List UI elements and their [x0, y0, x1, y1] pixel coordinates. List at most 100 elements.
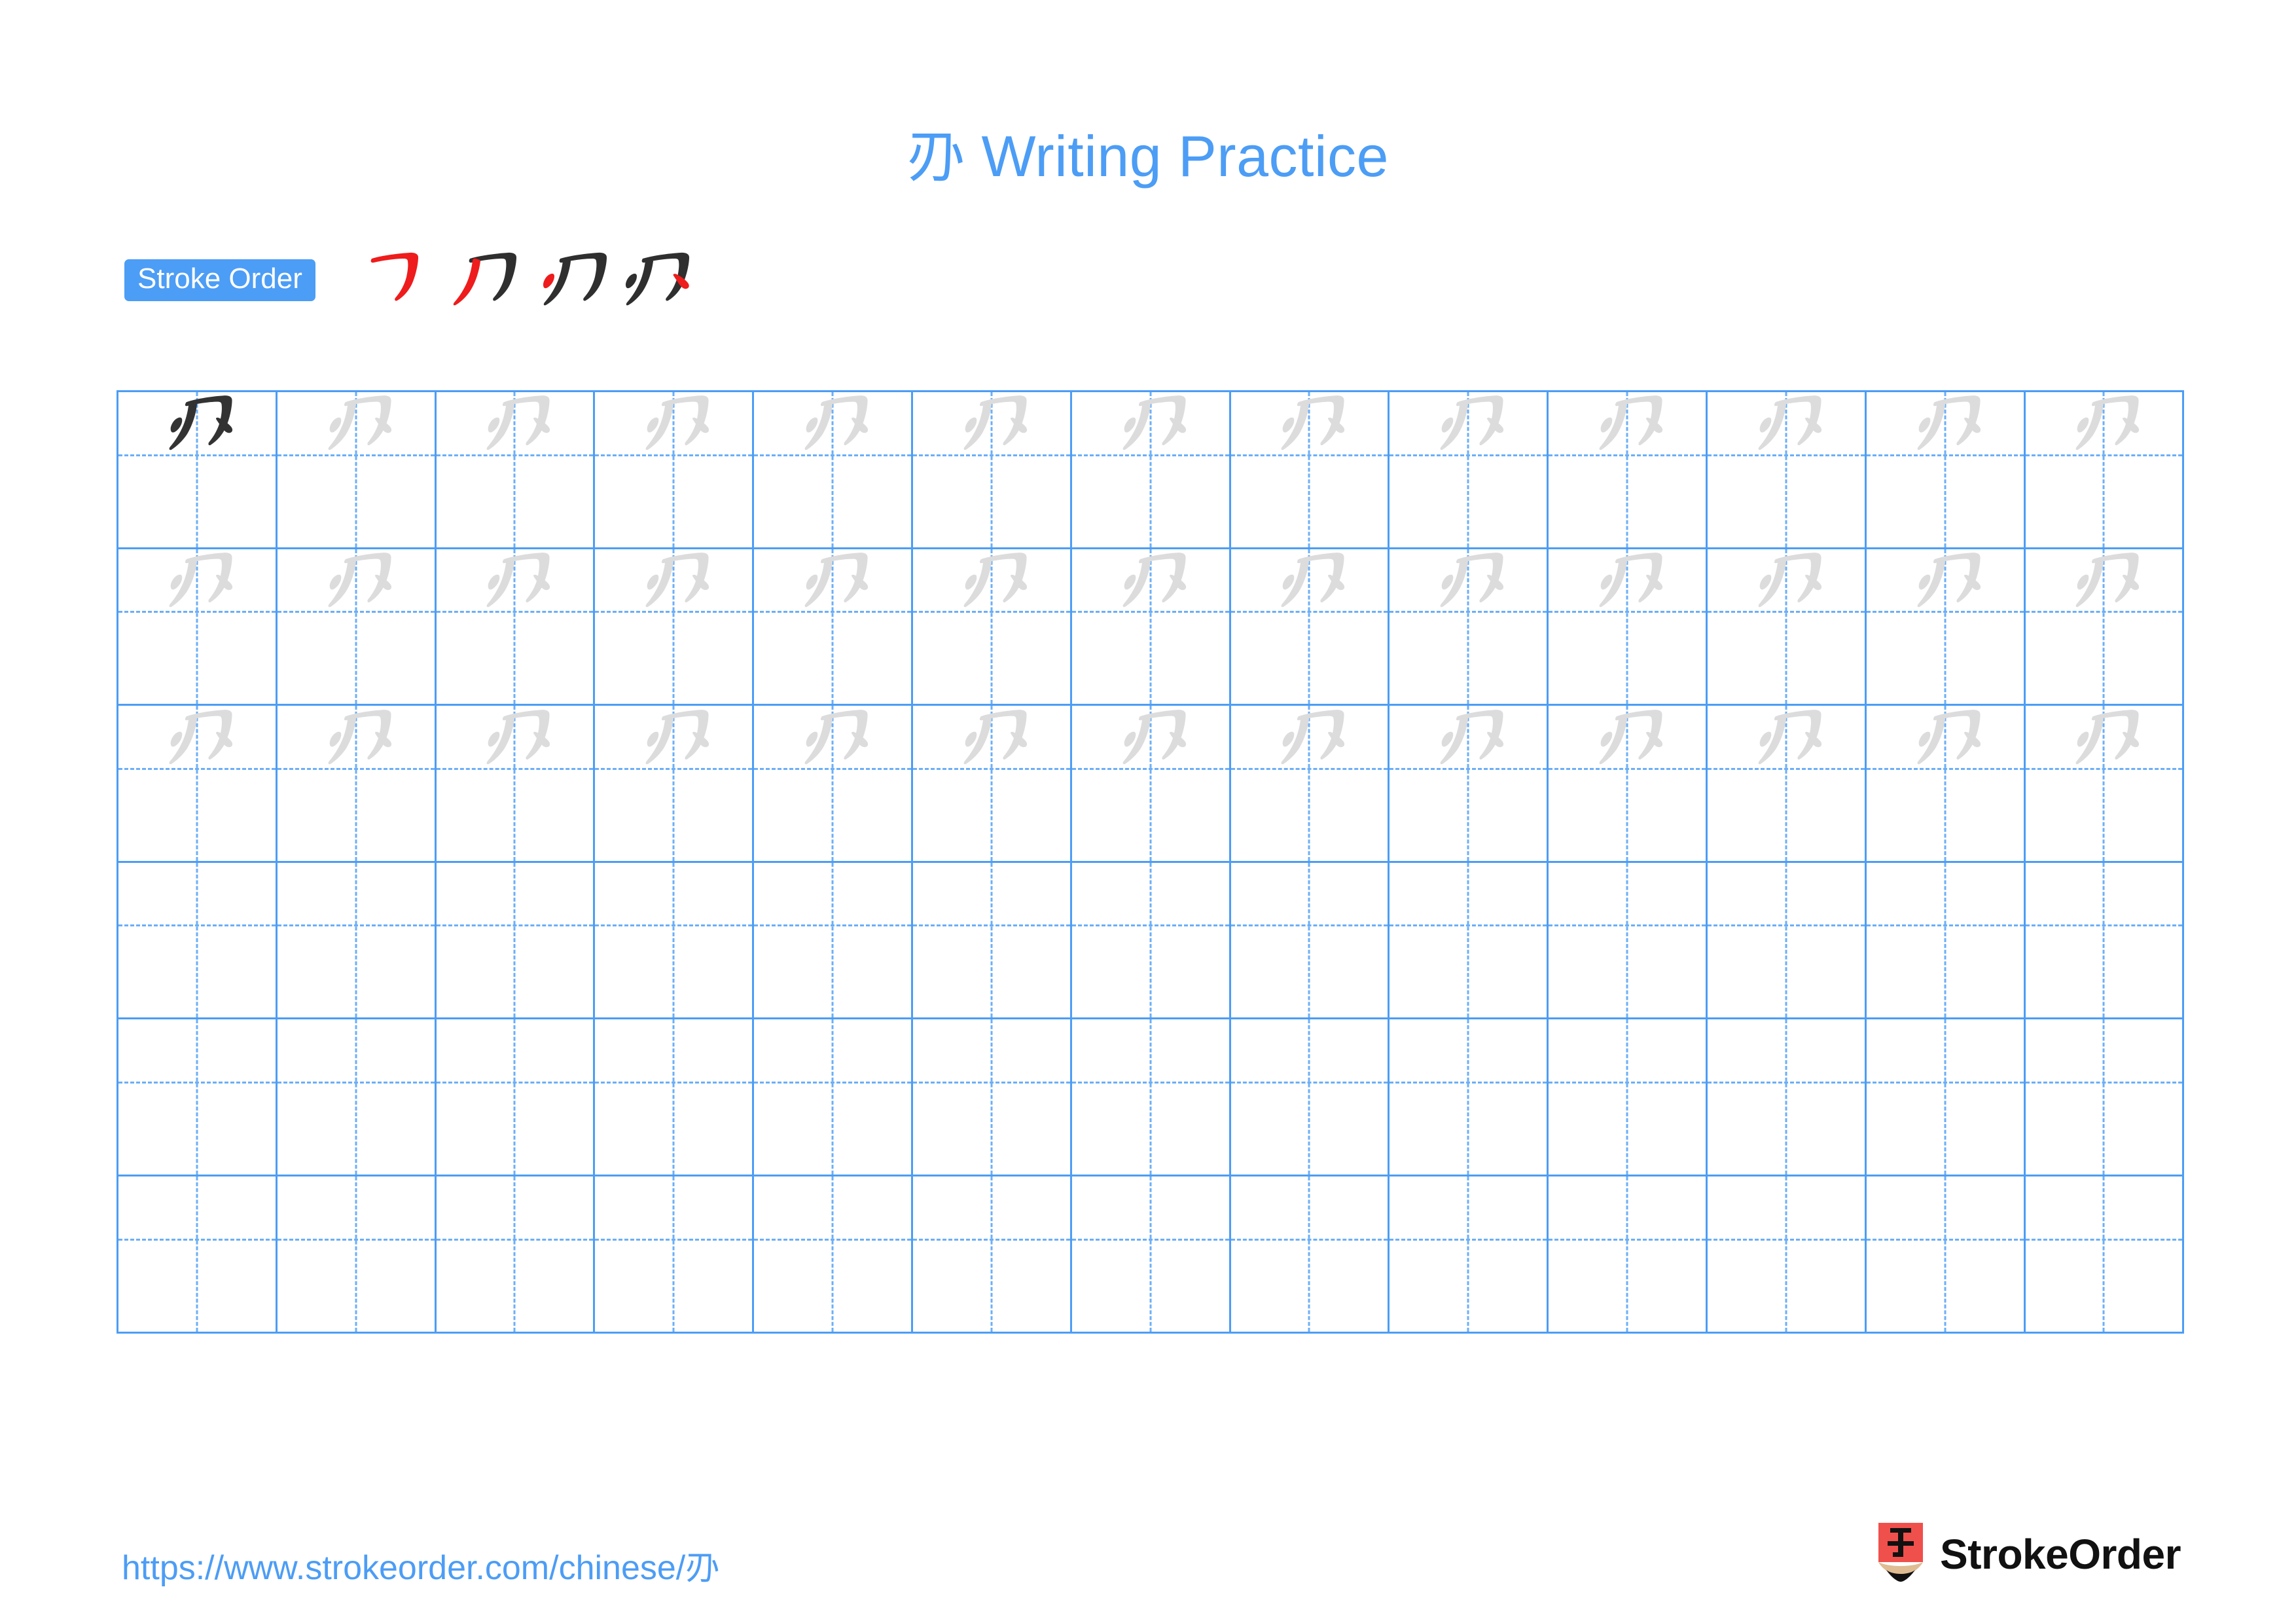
source-url[interactable]: https://www.strokeorder.com/chinese/刅: [122, 1540, 719, 1589]
practice-grid-cell[interactable]: [2023, 390, 2185, 549]
practice-grid-cell[interactable]: [910, 1017, 1072, 1176]
practice-grid-cell[interactable]: [275, 704, 437, 863]
practice-grid-table: [117, 390, 2185, 1334]
practice-grid-cell[interactable]: [910, 547, 1072, 706]
practice-grid-cell[interactable]: [434, 390, 596, 549]
practice-grid-cell[interactable]: [1864, 1017, 2026, 1176]
practice-grid-cell[interactable]: [1229, 860, 1390, 1020]
practice-grid-cell[interactable]: [117, 547, 278, 706]
practice-grid-cell[interactable]: [1864, 390, 2026, 549]
practice-grid-cell[interactable]: [593, 390, 755, 549]
cell-horizontal-guide: [436, 1082, 594, 1084]
practice-grid-cell[interactable]: [117, 704, 278, 863]
trace-character: [437, 392, 594, 454]
practice-grid-cell[interactable]: [1864, 1174, 2026, 1334]
practice-grid-cell[interactable]: [1229, 390, 1390, 549]
practice-grid-cell[interactable]: [275, 547, 437, 706]
practice-grid-cell[interactable]: [593, 704, 755, 863]
practice-grid-cell[interactable]: [1705, 390, 1867, 549]
cell-vertical-guide: [1944, 862, 1946, 1018]
practice-grid-cell[interactable]: [910, 860, 1072, 1020]
practice-grid-cell[interactable]: [1388, 1017, 1549, 1176]
practice-grid-cell[interactable]: [1229, 547, 1390, 706]
practice-grid-cell[interactable]: [117, 390, 278, 549]
practice-grid-cell[interactable]: [275, 1174, 437, 1334]
practice-grid-cell[interactable]: [1547, 1017, 1708, 1176]
practice-grid-cell[interactable]: [910, 1174, 1072, 1334]
practice-grid-cell[interactable]: [275, 390, 437, 549]
practice-grid-cell[interactable]: [1388, 547, 1549, 706]
practice-grid-cell[interactable]: [1705, 860, 1867, 1020]
practice-grid-cell[interactable]: [1705, 704, 1867, 863]
practice-grid-cell[interactable]: [117, 860, 278, 1020]
practice-grid-cell[interactable]: [752, 1174, 913, 1334]
practice-grid-cell[interactable]: [1547, 390, 1708, 549]
practice-grid-cell[interactable]: [2023, 860, 2185, 1020]
practice-grid-cell[interactable]: [1864, 547, 2026, 706]
page-title: 刅 Writing Practice: [907, 124, 1389, 189]
practice-grid-cell[interactable]: [752, 704, 913, 863]
cell-vertical-guide: [990, 1176, 993, 1332]
trace-character: [437, 706, 594, 768]
practice-grid-cell[interactable]: [593, 1174, 755, 1334]
practice-grid-cell[interactable]: [593, 1017, 755, 1176]
practice-grid-cell[interactable]: [275, 1017, 437, 1176]
cell-vertical-guide: [355, 862, 357, 1018]
practice-grid-cell[interactable]: [117, 1017, 278, 1176]
practice-grid-cell[interactable]: [1547, 704, 1708, 863]
stroke-step-1-icon: [370, 252, 418, 301]
practice-grid-cell[interactable]: [752, 1017, 913, 1176]
practice-grid-cell[interactable]: [434, 860, 596, 1020]
practice-grid-cell[interactable]: [1547, 547, 1708, 706]
practice-grid-cell[interactable]: [1229, 1174, 1390, 1334]
practice-grid-cell[interactable]: [1388, 704, 1549, 863]
trace-character: [2026, 392, 2183, 454]
practice-grid-cell[interactable]: [2023, 547, 2185, 706]
practice-grid-cell[interactable]: [1864, 704, 2026, 863]
practice-grid-cell[interactable]: [1069, 704, 1231, 863]
practice-grid-row: [117, 1174, 2185, 1334]
practice-grid-cell[interactable]: [434, 1174, 596, 1334]
practice-grid-cell[interactable]: [434, 704, 596, 863]
practice-grid-cell[interactable]: [752, 547, 913, 706]
practice-grid-cell[interactable]: [1705, 547, 1867, 706]
practice-grid-cell[interactable]: [2023, 704, 2185, 863]
cell-vertical-guide: [1467, 1019, 1469, 1175]
practice-grid-cell[interactable]: [1069, 860, 1231, 1020]
practice-grid-cell[interactable]: [752, 860, 913, 1020]
practice-grid-cell[interactable]: [1388, 390, 1549, 549]
practice-grid-cell[interactable]: [1864, 860, 2026, 1020]
practice-grid-cell[interactable]: [1229, 1017, 1390, 1176]
trace-character: [1072, 392, 1229, 454]
cell-vertical-guide: [1626, 1176, 1628, 1332]
practice-grid-cell[interactable]: [434, 547, 596, 706]
practice-grid-cell[interactable]: [275, 860, 437, 1020]
practice-grid-cell[interactable]: [593, 547, 755, 706]
practice-grid-cell[interactable]: [1705, 1017, 1867, 1176]
practice-grid-cell[interactable]: [1069, 1017, 1231, 1176]
practice-grid-cell[interactable]: [910, 704, 1072, 863]
practice-grid-cell[interactable]: [752, 390, 913, 549]
practice-grid-cell[interactable]: [1547, 860, 1708, 1020]
practice-grid-cell[interactable]: [593, 860, 755, 1020]
cell-horizontal-guide: [1390, 924, 1547, 927]
cell-vertical-guide: [196, 1019, 198, 1175]
practice-grid-cell[interactable]: [1547, 1174, 1708, 1334]
cell-horizontal-guide: [754, 1082, 911, 1084]
practice-grid-cell[interactable]: [1388, 860, 1549, 1020]
trace-character: [1072, 549, 1229, 611]
practice-grid-cell[interactable]: [1388, 1174, 1549, 1334]
practice-grid-cell[interactable]: [910, 390, 1072, 549]
practice-grid-cell[interactable]: [117, 1174, 278, 1334]
model-character: [118, 392, 276, 454]
practice-grid-cell[interactable]: [434, 1017, 596, 1176]
practice-grid-cell[interactable]: [1069, 1174, 1231, 1334]
practice-grid-cell[interactable]: [1705, 1174, 1867, 1334]
practice-grid-cell[interactable]: [2023, 1017, 2185, 1176]
practice-grid-cell[interactable]: [2023, 1174, 2185, 1334]
trace-character: [278, 706, 435, 768]
practice-grid-cell[interactable]: [1069, 390, 1231, 549]
practice-grid-cell[interactable]: [1229, 704, 1390, 863]
cell-horizontal-guide: [912, 924, 1070, 927]
practice-grid-cell[interactable]: [1069, 547, 1231, 706]
